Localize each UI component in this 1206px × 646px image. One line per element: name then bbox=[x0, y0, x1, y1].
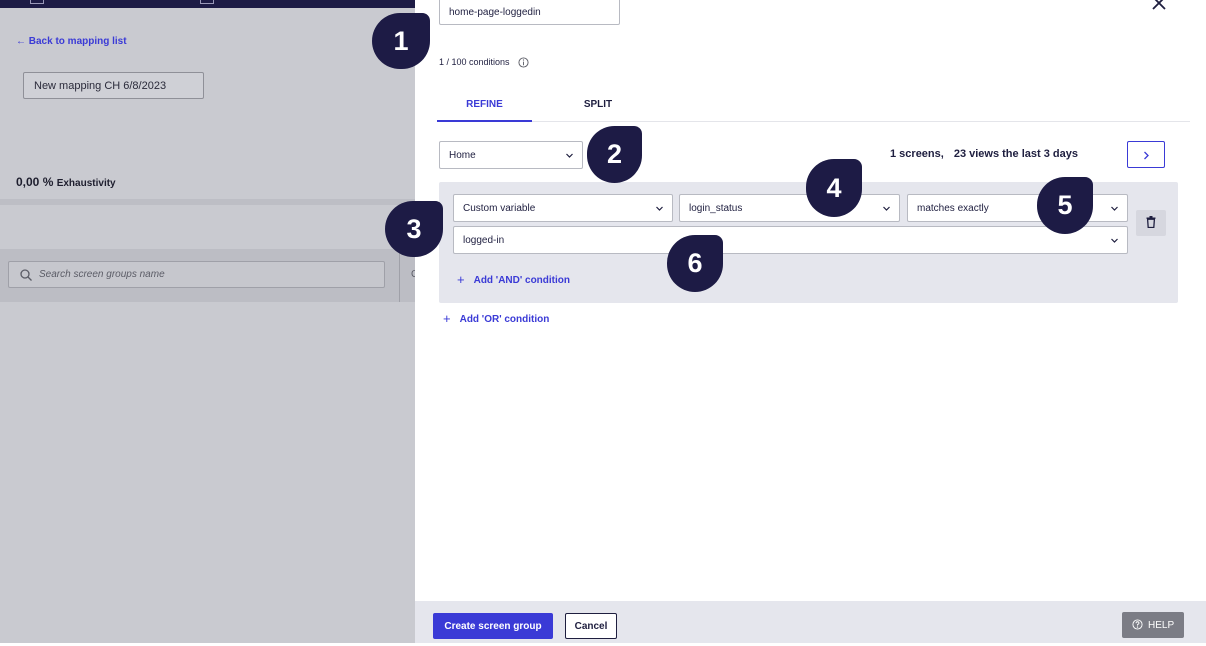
screen-group-editor-panel: home-page-loggedin 1 / 100 conditions RE… bbox=[415, 0, 1206, 643]
add-and-condition-button[interactable]: + Add 'AND' condition bbox=[457, 272, 570, 287]
condition-type-dropdown[interactable]: Custom variable bbox=[453, 194, 673, 222]
chevron-down-icon bbox=[1111, 238, 1118, 243]
add-or-label: Add 'OR' condition bbox=[459, 314, 550, 325]
condition-type-value: Custom variable bbox=[463, 203, 536, 214]
panel-footer: Create screen group Cancel HELP bbox=[415, 601, 1206, 643]
chevron-right-icon bbox=[1144, 151, 1149, 160]
nav-icon bbox=[200, 0, 214, 4]
create-screen-group-button[interactable]: Create screen group bbox=[433, 613, 553, 639]
operator-value: matches exactly bbox=[917, 203, 989, 214]
close-icon[interactable] bbox=[1150, 0, 1168, 12]
screen-group-search-input[interactable]: Search screen groups name bbox=[8, 261, 385, 288]
exhaustivity-value: 0,00 % bbox=[16, 175, 54, 189]
delete-condition-button[interactable] bbox=[1136, 210, 1166, 236]
operator-dropdown[interactable]: matches exactly bbox=[907, 194, 1128, 222]
mapping-name-field[interactable]: New mapping CH 6/8/2023 bbox=[23, 72, 204, 99]
conditions-count-text: 1 / 100 conditions bbox=[439, 57, 510, 67]
add-or-condition-button[interactable]: + Add 'OR' condition bbox=[443, 311, 549, 326]
screen-select-value: Home bbox=[449, 150, 476, 161]
tab-split[interactable]: SPLIT bbox=[573, 99, 623, 121]
plus-icon: + bbox=[443, 311, 451, 326]
chevron-down-icon bbox=[1111, 206, 1118, 211]
plus-icon: + bbox=[457, 272, 465, 287]
callout-badge-3: 3 bbox=[385, 201, 443, 257]
views-count: 23 views the last 3 days bbox=[953, 148, 1078, 160]
callout-badge-1: 1 bbox=[372, 13, 430, 69]
column-separator bbox=[399, 249, 400, 302]
editor-tabs: REFINE SPLIT bbox=[437, 99, 1190, 122]
screen-group-name-input[interactable]: home-page-loggedin bbox=[439, 0, 620, 25]
screens-views-summary: 1 screens, 23 views the last 3 days bbox=[890, 148, 1078, 160]
search-icon bbox=[20, 269, 32, 281]
screens-count: 1 screens, bbox=[890, 148, 944, 160]
condition-value-dropdown[interactable]: logged-in bbox=[453, 226, 1128, 254]
conditions-counter: 1 / 100 conditions bbox=[439, 57, 529, 68]
help-icon bbox=[1132, 619, 1143, 630]
callout-badge-2: 2 bbox=[587, 126, 642, 183]
add-and-label: Add 'AND' condition bbox=[473, 275, 570, 286]
condition-value-text: logged-in bbox=[463, 235, 505, 246]
callout-badge-5: 5 bbox=[1037, 177, 1093, 234]
background-app-pane: ← Back to mapping list New mapping CH 6/… bbox=[0, 0, 415, 643]
info-icon[interactable] bbox=[518, 57, 529, 68]
callout-badge-6: 6 bbox=[667, 235, 723, 292]
help-button[interactable]: HELP bbox=[1122, 612, 1184, 638]
exhaustivity-label: Exhaustivity bbox=[56, 178, 116, 189]
nav-icon bbox=[30, 0, 44, 4]
variable-key-dropdown[interactable]: login_status bbox=[679, 194, 900, 222]
back-to-mapping-list-link[interactable]: ← Back to mapping list bbox=[16, 36, 127, 47]
next-screen-button[interactable] bbox=[1127, 141, 1165, 168]
chevron-down-icon bbox=[566, 153, 573, 158]
chevron-down-icon bbox=[656, 206, 663, 211]
chevron-down-icon bbox=[883, 206, 890, 211]
search-placeholder: Search screen groups name bbox=[39, 269, 165, 280]
exhaustivity-stat: 0,00 % Exhaustivity bbox=[16, 175, 116, 189]
top-navigation-bar bbox=[0, 0, 415, 8]
callout-badge-4: 4 bbox=[806, 159, 862, 217]
screen-select-dropdown[interactable]: Home bbox=[439, 141, 583, 169]
cancel-button[interactable]: Cancel bbox=[565, 613, 617, 639]
help-label: HELP bbox=[1148, 620, 1175, 631]
trash-icon bbox=[1146, 216, 1156, 228]
section-divider bbox=[0, 199, 415, 205]
tab-refine[interactable]: REFINE bbox=[437, 99, 532, 122]
variable-key-value: login_status bbox=[689, 203, 743, 214]
